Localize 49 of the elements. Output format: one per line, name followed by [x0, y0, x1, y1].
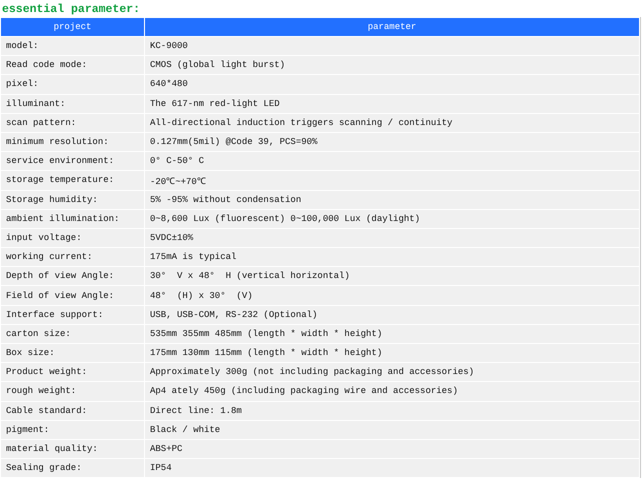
table-cell: Sealing grade:: [1, 459, 144, 478]
table-cell: Cable standard:: [1, 402, 144, 420]
table-cell: Black / white: [145, 420, 639, 439]
table-cell: All-directional induction triggers scanning / continuity: [145, 114, 639, 132]
table-cell: Ap4 ately 450g (including packaging wire and accessories): [145, 382, 639, 401]
table-cell: service environment:: [1, 152, 144, 170]
table-cell: 48° (H) x 30° (V): [145, 286, 639, 305]
table-cell: USB, USB-COM, RS-232 (Optional): [145, 306, 639, 324]
table-cell: Box size:: [1, 344, 144, 362]
table-cell: Product weight:: [1, 363, 144, 382]
column-header: project: [1, 18, 144, 36]
table-cell: 640*480: [145, 75, 639, 94]
table-cell: working current:: [1, 248, 144, 266]
table-cell: pigment:: [1, 420, 144, 439]
column-header: parameter: [145, 18, 639, 36]
table-cell: rough weight:: [1, 382, 144, 401]
table-cell: 5% -95% without condensation: [145, 190, 639, 209]
table-cell: storage temperature:: [1, 171, 144, 190]
table-cell: -20℃~+70℃: [145, 171, 639, 190]
table-cell: material quality:: [1, 440, 144, 458]
table-cell: KC-9000: [145, 37, 639, 56]
table-cell: Read code mode:: [1, 56, 144, 74]
table-cell: 175mA is typical: [145, 248, 639, 266]
table-cell: minimum resolution:: [1, 132, 144, 152]
section-heading: essential parameter:: [1, 2, 140, 17]
table-cell: 535mm 355mm 485mm (length * width * height): [145, 324, 639, 343]
table-cell: 0~8,600 Lux (fluorescent) 0~100,000 Lux (daylight): [145, 210, 639, 228]
table-cell: scan pattern:: [1, 114, 144, 132]
table-cell: The 617-nm red-light LED: [145, 94, 639, 113]
table-cell: Approximately 300g (not including packaging and accessories): [145, 363, 639, 382]
table-cell: illuminant:: [1, 94, 144, 113]
table-cell: Storage humidity:: [1, 190, 144, 209]
table-cell: input voltage:: [1, 228, 144, 248]
table-cell: Depth of view Angle:: [1, 267, 144, 286]
table-cell: carton size:: [1, 324, 144, 343]
table-cell: ABS+PC: [145, 440, 639, 458]
table-cell: Interface support:: [1, 306, 144, 324]
table-cell: IP54: [145, 459, 639, 478]
table-cell: CMOS (global light burst): [145, 56, 639, 74]
table-cell: ambient illumination:: [1, 210, 144, 228]
table-cell: model:: [1, 37, 144, 56]
table-cell: Field of view Angle:: [1, 286, 144, 305]
table-cell: pixel:: [1, 75, 144, 94]
table-cell: 5VDC±10%: [145, 228, 639, 248]
table-cell: 175mm 130mm 115mm (length * width * height): [145, 344, 639, 362]
table-cell: 0.127mm(5mil) @Code 39, PCS=90%: [145, 132, 639, 152]
table-cell: 0° C-50° C: [145, 152, 639, 170]
table-cell: 30° V x 48° H (vertical horizontal): [145, 267, 639, 286]
table-cell: Direct line: 1.8m: [145, 402, 639, 420]
